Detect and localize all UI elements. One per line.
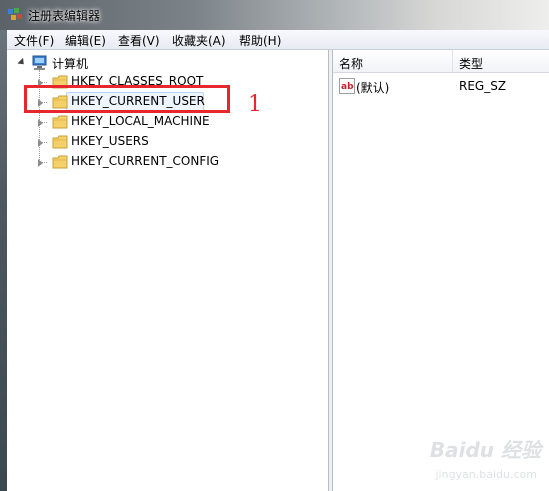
tree-node-label: HKEY_USERS bbox=[71, 134, 149, 148]
column-header-type[interactable]: 类型 bbox=[459, 55, 483, 72]
menu-file[interactable]: 文件(F) bbox=[14, 32, 54, 49]
tree-node-label: HKEY_LOCAL_MACHINE bbox=[71, 114, 210, 128]
window-title: 注册表编辑器 bbox=[28, 9, 101, 23]
collapse-icon[interactable] bbox=[17, 57, 27, 68]
ab-string-icon: ab bbox=[339, 78, 355, 94]
baidu-watermark: Baidu 经验 bbox=[429, 438, 541, 462]
folder-icon bbox=[52, 135, 68, 149]
tree-root-computer[interactable]: 计算机 bbox=[14, 54, 134, 74]
value-name: (默认) bbox=[356, 81, 390, 95]
value-type: REG_SZ bbox=[459, 79, 507, 93]
registry-editor-window: 注册表编辑器 文件(F) 编辑(E) 查看(V) 收藏夹(A) 帮助(H) 计算… bbox=[0, 0, 549, 491]
computer-icon bbox=[32, 55, 47, 70]
annotation-number: 1 bbox=[248, 92, 262, 117]
expand-icon[interactable] bbox=[38, 159, 43, 167]
column-header-name[interactable]: 名称 bbox=[339, 55, 363, 72]
menu-view[interactable]: 查看(V) bbox=[118, 32, 160, 49]
menu-help[interactable]: 帮助(H) bbox=[239, 32, 281, 49]
tree-root-label: 计算机 bbox=[52, 57, 89, 71]
values-list-pane[interactable]: 名称 类型 ab (默认) REG_SZ bbox=[333, 50, 549, 491]
svg-text:ab: ab bbox=[341, 82, 354, 92]
title-bar[interactable]: 注册表编辑器 bbox=[0, 0, 549, 30]
regedit-app-icon[interactable] bbox=[6, 6, 24, 24]
folder-icon bbox=[52, 115, 68, 129]
menu-edit[interactable]: 编辑(E) bbox=[65, 32, 106, 49]
expand-icon[interactable] bbox=[38, 139, 43, 147]
column-separator[interactable] bbox=[452, 50, 453, 72]
list-header: 名称 类型 bbox=[333, 50, 549, 73]
tree-node-label: HKEY_CURRENT_CONFIG bbox=[71, 154, 220, 168]
list-row[interactable]: ab (默认) REG_SZ bbox=[333, 77, 549, 97]
tree-node-hkey-users[interactable]: HKEY_USERS bbox=[34, 133, 234, 153]
tree-node-hkey-current-config[interactable]: HKEY_CURRENT_CONFIG bbox=[34, 153, 234, 173]
expand-icon[interactable] bbox=[38, 119, 43, 127]
annotation-highlight-box bbox=[24, 85, 230, 113]
menu-bar: 文件(F) 编辑(E) 查看(V) 收藏夹(A) 帮助(H) bbox=[7, 30, 549, 50]
folder-icon bbox=[52, 155, 68, 169]
tree-node-hkey-local-machine[interactable]: HKEY_LOCAL_MACHINE bbox=[34, 113, 234, 133]
menu-favorites[interactable]: 收藏夹(A) bbox=[172, 32, 226, 49]
baidu-watermark-url: jingyan.baidu.com bbox=[435, 468, 537, 481]
